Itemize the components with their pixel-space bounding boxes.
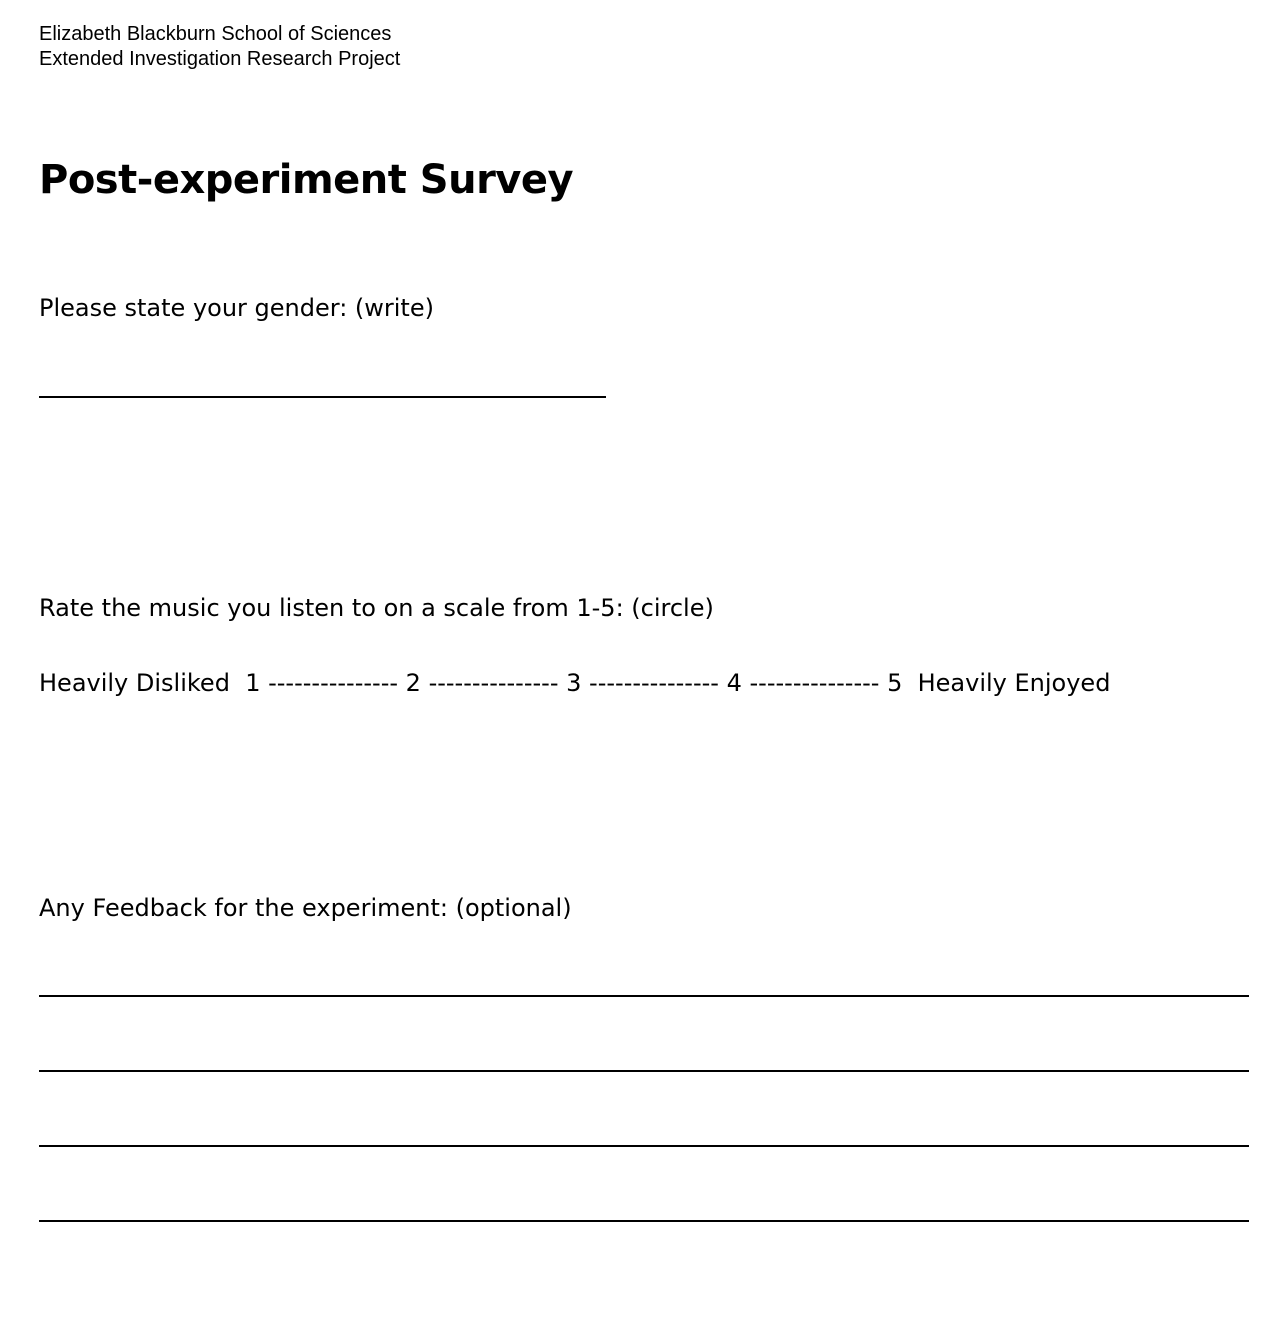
feedback-answer-line[interactable] [39, 1145, 1249, 1147]
scale-point-5[interactable]: 5 [887, 669, 902, 697]
rating-question: Rate the music you listen to on a scale … [39, 594, 714, 622]
scale-point-1[interactable]: 1 [245, 669, 260, 697]
scale-connector: --------------- [749, 669, 880, 697]
scale-low-label: Heavily Disliked [39, 669, 230, 697]
scale-point-2[interactable]: 2 [406, 669, 421, 697]
feedback-answer-line[interactable] [39, 995, 1249, 997]
school-name: Elizabeth Blackburn School of Sciences [39, 23, 392, 45]
scale-connector: --------------- [268, 669, 399, 697]
scale-connector: --------------- [428, 669, 559, 697]
feedback-question: Any Feedback for the experiment: (option… [39, 894, 572, 922]
project-name: Extended Investigation Research Project [39, 48, 401, 70]
scale-high-label: Heavily Enjoyed [917, 669, 1111, 697]
scale-point-4[interactable]: 4 [727, 669, 742, 697]
feedback-answer-line[interactable] [39, 1070, 1249, 1072]
feedback-answer-line[interactable] [39, 1220, 1249, 1222]
rating-scale: Heavily Disliked 1 --------------- 2 ---… [39, 667, 1110, 699]
survey-title: Post-experiment Survey [39, 157, 574, 203]
gender-answer-line[interactable] [39, 396, 606, 398]
gender-question: Please state your gender: (write) [39, 294, 434, 322]
scale-connector: --------------- [589, 669, 719, 697]
document-header: Elizabeth Blackburn School of Sciences E… [39, 22, 400, 72]
scale-point-3[interactable]: 3 [566, 669, 581, 697]
